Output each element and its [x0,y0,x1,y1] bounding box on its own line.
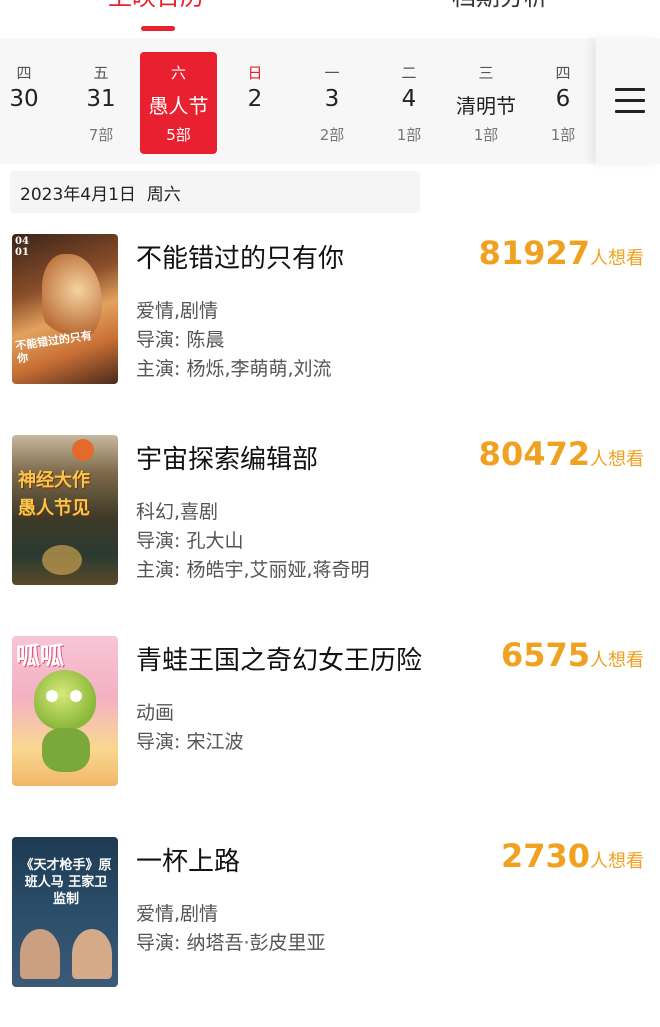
weekday-label: 日 [247,64,263,82]
date-label: 2 [247,86,263,112]
tab-release-calendar[interactable]: 上映日历 [108,0,204,12]
want-label: 人想看 [590,851,644,872]
date-label: 3 [324,86,340,112]
want-to-see: 80472人想看 [479,435,644,473]
date-item-3[interactable]: 一 3 2部 [293,52,371,154]
movie-title[interactable]: 宇宙探索编辑部 [136,439,318,476]
movie-poster: 呱呱 [12,636,118,786]
movie-count: 5部 [166,126,191,144]
movie-director: 导演: 孔大山 [136,530,244,552]
movie-poster: 神经大作 愚人节见 [12,435,118,585]
want-label: 人想看 [590,449,644,470]
poster-title: 《天才枪手》原班人马 王家卫监制 [20,858,112,907]
want-to-see: 2730人想看 [501,837,644,875]
date-label: 31 [86,86,116,112]
movie-genre: 动画 [136,702,175,724]
want-to-see: 81927人想看 [479,234,644,272]
movie-count: 1部 [550,126,576,144]
movie-item[interactable]: 04 01 不能错过的只有你 不能错过的只有你 81927人想看 爱情,剧情 导… [0,234,660,424]
poster-date: 04 01 [15,236,29,258]
movie-title[interactable]: 不能错过的只有你 [136,238,344,275]
want-to-see: 6575人想看 [501,636,644,674]
poster-title: 不能错过的只有你 [14,328,93,366]
poster-title: 呱呱 [16,641,64,670]
movie-item[interactable]: 《天才枪手》原班人马 王家卫监制 一杯上路 2730人想看 爱情,剧情 导演: … [0,837,660,1027]
movie-poster: 《天才枪手》原班人马 王家卫监制 [12,837,118,987]
movie-item[interactable]: 神经大作 愚人节见 宇宙探索编辑部 80472人想看 科幻,喜剧 导演: 孔大山… [0,435,660,625]
hamburger-menu-icon [615,88,645,114]
date-label: 清明节 [456,94,516,118]
date-item-6[interactable]: 四 6 1部 [524,52,602,154]
active-tab-indicator [141,26,175,31]
date-item-april-fools[interactable]: 六 愚人节 5部 [140,52,217,154]
date-label: 4 [401,86,417,112]
movie-poster: 04 01 不能错过的只有你 [12,234,118,384]
date-item-4[interactable]: 二 4 1部 [370,52,448,154]
date-label: 30 [9,86,39,112]
want-count: 81927 [478,234,590,272]
want-count: 80472 [478,435,590,473]
want-label: 人想看 [590,248,644,269]
want-count: 6575 [500,636,590,674]
poster-title: 神经大作 愚人节见 [18,470,90,519]
movie-cast: 主演: 杨皓宇,艾丽娅,蒋奇明 [136,559,370,581]
weekday-label: 三 [478,64,494,82]
movie-count: 7部 [88,126,114,144]
movie-director: 导演: 陈晨 [136,329,225,351]
selected-date-label: 2023年4月1日 周六 [20,185,181,205]
top-tab-bar: 上映日历 档期分析 [0,0,660,38]
tab-schedule-analysis[interactable]: 档期分析 [452,0,548,12]
weekday-label: 二 [401,64,417,82]
movie-count: 2部 [319,126,345,144]
movie-title[interactable]: 青蛙王国之奇幻女王历险 [136,640,422,677]
want-label: 人想看 [590,650,644,671]
weekday-label: 六 [170,64,186,82]
movie-title[interactable]: 一杯上路 [136,841,240,878]
movie-count: 1部 [473,126,499,144]
want-count: 2730 [500,837,590,875]
movie-director: 导演: 宋江波 [136,731,244,753]
date-item-30[interactable]: 四 30 [0,52,63,154]
date-item-2[interactable]: 日 2 [216,52,294,154]
movie-genre: 爱情,剧情 [136,903,219,925]
movie-cast: 主演: 杨烁,李萌萌,刘流 [136,358,332,380]
movie-genre: 科幻,喜剧 [136,501,219,523]
movie-item[interactable]: 呱呱 青蛙王国之奇幻女王历险 6575人想看 动画 导演: 宋江波 [0,636,660,826]
movie-director: 导演: 纳塔吾·彭皮里亚 [136,932,326,954]
weekday-label: 四 [16,64,32,82]
movie-genre: 爱情,剧情 [136,300,219,322]
weekday-label: 四 [555,64,571,82]
date-label: 愚人节 [148,94,209,118]
weekday-label: 一 [324,64,340,82]
date-label: 6 [555,86,571,112]
selected-date-header: 2023年4月1日 周六 [10,171,420,213]
date-item-qingming[interactable]: 三 清明节 1部 [447,52,525,154]
date-item-31[interactable]: 五 31 7部 [62,52,140,154]
menu-button[interactable] [596,38,660,164]
date-strip: 四 30 五 31 7部 六 愚人节 5部 日 2 一 3 2部 二 4 1部 … [0,38,660,164]
weekday-label: 五 [93,64,109,82]
movie-count: 1部 [396,126,422,144]
